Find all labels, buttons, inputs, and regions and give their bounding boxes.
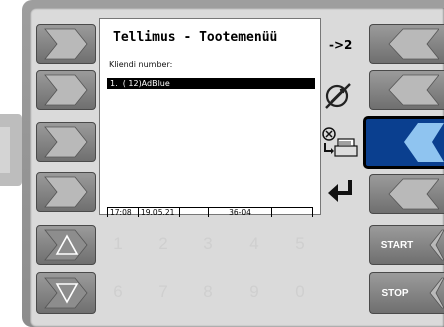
display-screen: Tellimus - Tootemenüü Kliendi number: 1.… — [99, 18, 321, 217]
key-2[interactable]: 2 — [146, 234, 180, 254]
chevron-left-icon — [388, 178, 439, 210]
chevron-right-icon — [44, 74, 88, 106]
no-sensor-icon — [325, 83, 351, 109]
status-code: 36-04 — [209, 208, 272, 217]
chevron-left-icon — [404, 123, 444, 162]
chevron-right-icon — [44, 28, 88, 60]
left-softkey-1[interactable] — [36, 24, 96, 64]
status-date: 19.05.21 — [139, 208, 180, 217]
arrow-up-icon — [44, 229, 88, 261]
stop-button[interactable]: STOP — [369, 272, 444, 314]
start-label: START — [380, 239, 414, 251]
right-softkey-3-selected[interactable] — [363, 116, 444, 169]
device-mount-inner — [0, 127, 10, 173]
left-softkey-2[interactable] — [36, 70, 96, 110]
key-8[interactable]: 8 — [191, 282, 225, 302]
status-extra — [272, 208, 312, 217]
status-bar: 17:08 19.05.21 36-04 — [107, 207, 313, 217]
customer-number-label: Kliendi number: — [109, 60, 173, 69]
page-title: Tellimus - Tootemenüü — [113, 30, 278, 45]
chevron-left-icon — [429, 277, 444, 309]
chevron-left-icon — [388, 28, 439, 60]
left-softkey-4[interactable] — [36, 172, 96, 212]
right-softkey-2[interactable] — [369, 70, 444, 110]
key-5[interactable]: 5 — [283, 234, 317, 254]
list-item-selected[interactable]: 1. ( 12)AdBlue — [107, 78, 315, 89]
enter-icon — [328, 180, 352, 202]
right-softkey-4[interactable] — [369, 174, 444, 214]
key-0[interactable]: 0 — [283, 282, 317, 302]
right-softkey-1[interactable] — [369, 24, 444, 64]
chevron-left-icon — [388, 74, 439, 106]
status-blank — [180, 208, 209, 217]
chevron-right-icon — [44, 176, 88, 208]
stop-label: STOP — [381, 287, 409, 299]
key-7[interactable]: 7 — [146, 282, 180, 302]
chevron-right-icon — [44, 126, 88, 158]
key-1[interactable]: 1 — [101, 234, 135, 254]
cancel-print-icon — [322, 127, 358, 157]
arrow-down-button[interactable] — [36, 272, 96, 314]
key-6[interactable]: 6 — [101, 282, 135, 302]
arrow-down-icon — [44, 277, 88, 309]
start-button[interactable]: START — [369, 225, 444, 265]
chevron-left-icon — [429, 229, 444, 261]
status-time: 17:08 — [108, 208, 139, 217]
left-softkey-3[interactable] — [36, 122, 96, 162]
key-4[interactable]: 4 — [237, 234, 271, 254]
arrow-up-button[interactable] — [36, 225, 96, 265]
page-indicator: ->2 — [329, 38, 353, 52]
key-9[interactable]: 9 — [237, 282, 271, 302]
key-3[interactable]: 3 — [191, 234, 225, 254]
